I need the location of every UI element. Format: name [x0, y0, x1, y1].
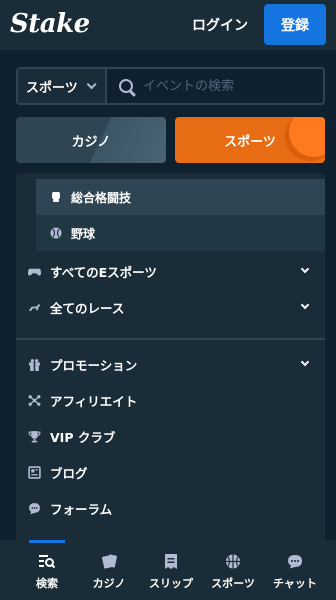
navigation-panel: スポーツ カジノ スポーツ 総合格闘技	[0, 50, 336, 540]
bottom-nav-label: スポーツ	[211, 577, 255, 590]
gamepad-icon	[28, 268, 41, 275]
sidebar-item-affiliate[interactable]: アフィリエイト	[16, 382, 325, 418]
sidebar-item-blog[interactable]: ブログ	[16, 454, 325, 490]
sports-ball-decoration	[289, 117, 325, 157]
sidebar-item-mma[interactable]: 総合格闘技	[36, 179, 325, 215]
bottom-nav-sports[interactable]: スポーツ	[202, 540, 264, 600]
menu-divider	[16, 338, 325, 340]
tab-casino[interactable]: カジノ	[16, 117, 166, 163]
search-input[interactable]	[143, 78, 313, 94]
browse-icon	[39, 555, 55, 569]
stake-logo[interactable]: Stake	[10, 9, 90, 39]
horse-racing-icon	[28, 303, 41, 311]
bottom-nav-bet-slip[interactable]: スリップ	[140, 540, 202, 600]
sidebar-item-baseball[interactable]: 野球	[36, 215, 325, 251]
sidebar-item-label: アフィリエイト	[50, 393, 138, 409]
blog-icon	[28, 465, 41, 479]
sidebar-item-racing[interactable]: 全てのレース	[16, 289, 325, 325]
register-button[interactable]: 登録	[264, 4, 326, 45]
chevron-down-icon	[300, 300, 310, 310]
search-icon	[119, 79, 133, 93]
sidebar-item-esports[interactable]: すべてのEスポーツ	[16, 253, 325, 289]
mma-glove-icon	[52, 192, 60, 202]
tab-casino-label: カジノ	[71, 134, 111, 150]
sidebar-item-label: プロモーション	[50, 357, 138, 373]
sidebar-item-label: VIP クラブ	[50, 429, 116, 445]
top-header: Stake ログイン 登録	[0, 0, 336, 50]
bottom-nav-label: 検索	[36, 577, 58, 590]
tab-sports[interactable]: スポーツ	[175, 117, 325, 163]
sidebar-item-forum[interactable]: フォーラム	[16, 490, 325, 526]
chat-bubble-icon	[29, 502, 40, 514]
sidebar-item-label: フォーラム	[50, 501, 113, 517]
chevron-down-icon	[86, 78, 97, 89]
sidebar-item-label: 全てのレース	[50, 300, 125, 316]
bottom-nav-label: スリップ	[149, 577, 193, 590]
bottom-nav-browse[interactable]: 検索	[16, 540, 78, 600]
basketball-icon	[226, 554, 240, 569]
chevron-down-icon	[300, 357, 310, 367]
sidebar-item-label: 総合格闘技	[71, 190, 132, 205]
chevron-down-icon	[300, 264, 310, 274]
bet-slip-icon	[165, 554, 177, 569]
sport-submenu: 総合格闘技 野球	[36, 179, 325, 251]
cards-icon	[102, 554, 117, 569]
gift-icon	[29, 358, 40, 371]
bottom-navigation: 検索 カジノ スリップ スポーツ チャット	[0, 540, 336, 600]
search-input-wrapper	[107, 69, 323, 103]
affiliate-icon	[28, 394, 41, 406]
sidebar-menu: 総合格闘技 野球 すべてのEスポーツ 全てのレース プロモーション アフィリエイ…	[16, 173, 325, 540]
search-category-select[interactable]: スポーツ	[18, 69, 107, 103]
trophy-icon	[28, 430, 41, 442]
bottom-nav-label: チャット	[273, 577, 317, 590]
login-button[interactable]: ログイン	[186, 6, 254, 44]
bottom-nav-label: カジノ	[92, 577, 126, 590]
bottom-nav-chat[interactable]: チャット	[264, 540, 326, 600]
bottom-nav-casino[interactable]: カジノ	[78, 540, 140, 600]
sidebar-item-label: 野球	[71, 226, 96, 241]
chat-icon	[288, 555, 302, 569]
tab-sports-label: スポーツ	[224, 134, 276, 150]
sidebar-item-label: ブログ	[50, 465, 88, 481]
baseball-icon	[50, 227, 62, 239]
sidebar-item-promotions[interactable]: プロモーション	[16, 346, 325, 382]
search-category-value: スポーツ	[26, 80, 78, 96]
sidebar-item-label: すべてのEスポーツ	[50, 264, 157, 280]
sidebar-item-vip-club[interactable]: VIP クラブ	[16, 418, 325, 454]
search-bar: スポーツ	[16, 67, 325, 105]
